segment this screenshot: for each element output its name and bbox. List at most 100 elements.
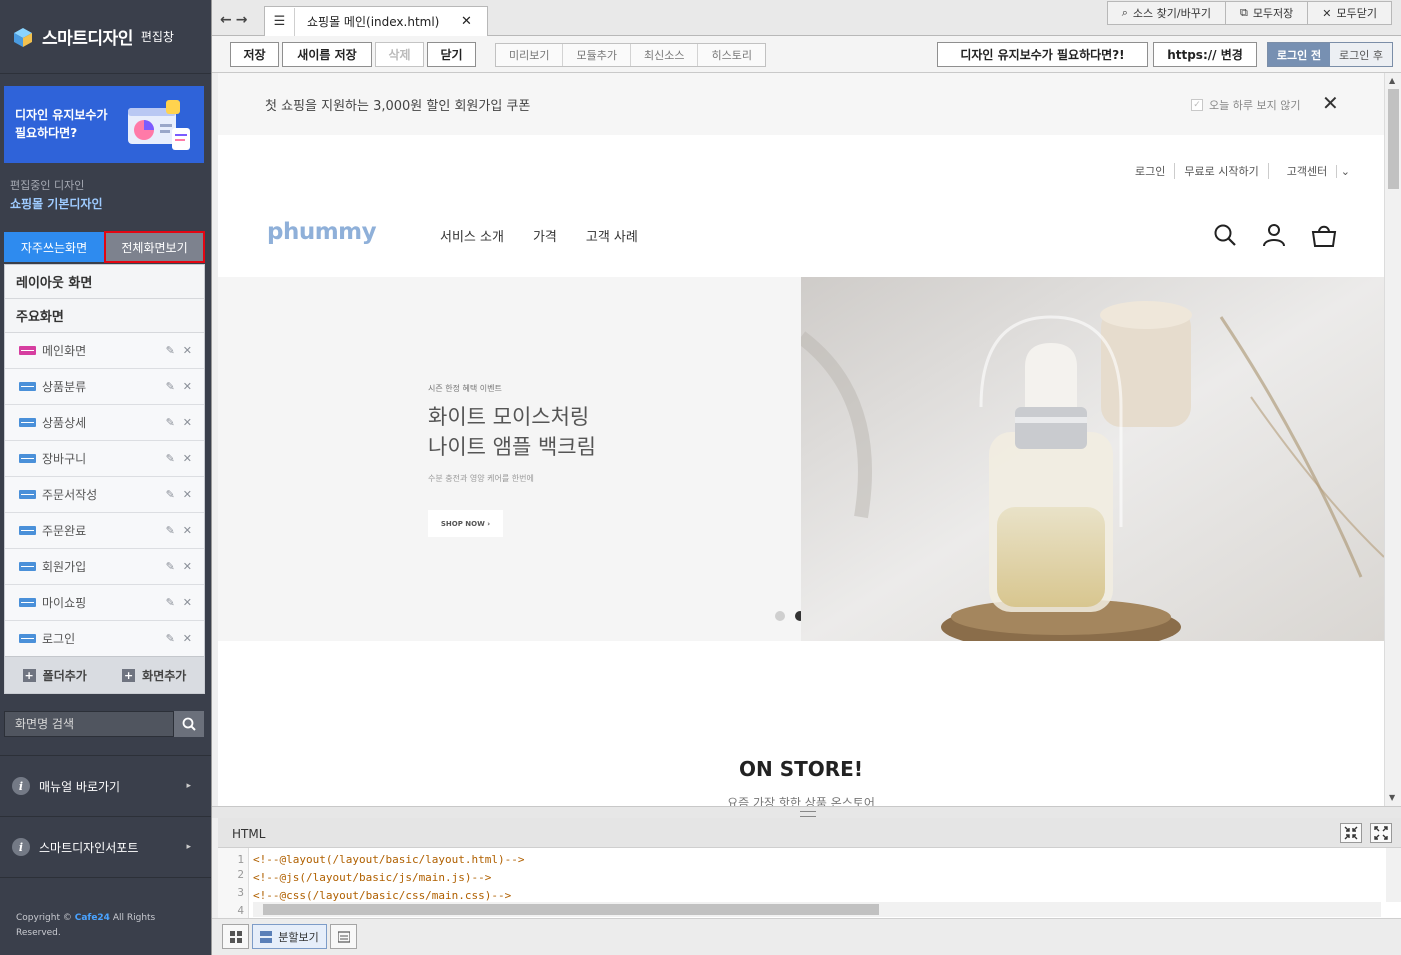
tab-frequent-screens[interactable]: 자주쓰는화면 (4, 232, 104, 262)
chevron-right-icon: ▸ (186, 842, 191, 852)
list-item-label: 주문완료 (42, 524, 87, 538)
editing-design-name[interactable]: 쇼핑몰 기본디자인 (10, 195, 103, 212)
html-file-icon (19, 634, 36, 643)
coupon-text[interactable]: 첫 쇼핑을 지원하는 3,000원 할인 회원가입 쿠폰 (265, 95, 530, 114)
app-logo[interactable]: 스마트디자인 편집창 (0, 0, 211, 74)
scroll-up-icon[interactable]: ▲ (1389, 76, 1395, 85)
shopping-bag-icon[interactable] (1311, 223, 1337, 247)
save-as-button[interactable]: 새이름 저장 (282, 42, 372, 67)
arrow-left-icon[interactable]: ← (220, 12, 236, 28)
preview-scrollbar[interactable]: ▲ ▼ (1384, 73, 1401, 806)
close-icon[interactable]: ✕ (1322, 91, 1339, 115)
close-icon[interactable]: ✕ (183, 560, 192, 573)
html-file-icon (19, 598, 36, 607)
list-item[interactable]: 메인화면 ✎ ✕ (5, 333, 204, 369)
list-item[interactable]: 마이쇼핑 ✎ ✕ (5, 585, 204, 621)
close-icon[interactable]: ✕ (183, 488, 192, 501)
tab-nav-arrows[interactable]: ←→ (220, 12, 251, 28)
checkbox-icon: ✓ (1191, 99, 1203, 111)
expand-icon[interactable] (1370, 823, 1392, 843)
latest-source-button[interactable]: 최신소스 (631, 44, 699, 66)
pencil-icon[interactable]: ✎ (166, 452, 175, 465)
search-button[interactable] (174, 711, 204, 737)
code-line[interactable]: <!--@js(/layout/basic/js/main.js)--> (253, 869, 525, 887)
close-icon[interactable]: ✕ (183, 344, 192, 357)
pencil-icon[interactable]: ✎ (166, 560, 175, 573)
scroll-thumb[interactable] (263, 904, 879, 915)
pencil-icon[interactable]: ✎ (166, 344, 175, 357)
close-icon[interactable]: ✕ (183, 452, 192, 465)
close-button[interactable]: 닫기 (427, 42, 476, 67)
close-icon[interactable]: ✕ (183, 596, 192, 609)
nav-service[interactable]: 서비스 소개 (440, 226, 504, 245)
pencil-icon[interactable]: ✎ (166, 596, 175, 609)
free-start-link[interactable]: 무료로 시작하기 (1175, 163, 1269, 179)
code-horizontal-scrollbar[interactable] (253, 902, 1381, 917)
tab-all-screens[interactable]: 전체화면보기 (104, 231, 205, 263)
close-icon[interactable]: ✕ (183, 632, 192, 645)
pane-splitter[interactable] (212, 806, 1401, 818)
close-icon[interactable]: ✕ (183, 416, 192, 429)
nav-price[interactable]: 가격 (533, 226, 557, 245)
list-item[interactable]: 장바구니 ✎ ✕ (5, 441, 204, 477)
delete-button[interactable]: 삭제 (375, 42, 424, 67)
list-item[interactable]: 회원가입 ✎ ✕ (5, 549, 204, 585)
find-replace-button[interactable]: ⌕ 소스 찾기/바꾸기 (1106, 1, 1226, 25)
pencil-icon[interactable]: ✎ (166, 524, 175, 537)
add-module-button[interactable]: 모듈추가 (563, 44, 631, 66)
group-layout-screens[interactable]: 레이아웃 화면 (5, 265, 204, 299)
info-icon: i (12, 777, 30, 795)
code-vertical-scrollbar[interactable] (1386, 848, 1401, 902)
support-link[interactable]: i 스마트디자인서포트 ▸ (0, 816, 211, 877)
file-tab[interactable]: ☰ 쇼핑몰 메인(index.html) ✕ (264, 6, 488, 36)
user-icon[interactable] (1262, 223, 1286, 247)
manual-link[interactable]: i 매뉴얼 바로가기 ▸ (0, 755, 211, 816)
slider-dot[interactable] (775, 611, 785, 621)
pencil-icon[interactable]: ✎ (166, 488, 175, 501)
search-icon[interactable] (1213, 223, 1237, 247)
code-line[interactable]: <!--@layout(/layout/basic/layout.html)--… (253, 851, 525, 869)
scroll-thumb[interactable] (1388, 89, 1399, 189)
list-item[interactable]: 주문완료 ✎ ✕ (5, 513, 204, 549)
pencil-icon[interactable]: ✎ (166, 416, 175, 429)
maintenance-button[interactable]: 디자인 유지보수가 필요하다면?! (937, 42, 1148, 67)
file-tab-title: 쇼핑몰 메인(index.html) (307, 15, 440, 29)
add-folder-button[interactable]: + 폴더추가 (5, 657, 105, 693)
close-icon[interactable]: ✕ (183, 524, 192, 537)
group-main-screens[interactable]: 주요화면 (5, 299, 204, 333)
close-icon[interactable]: ✕ (183, 380, 192, 393)
pencil-icon[interactable]: ✎ (166, 632, 175, 645)
close-icon[interactable]: ✕ (461, 14, 487, 29)
login-link[interactable]: 로그인 (1126, 163, 1176, 179)
collapse-icon[interactable] (1340, 823, 1362, 843)
shop-now-button[interactable]: SHOP NOW › (428, 510, 503, 537)
arrow-right-icon[interactable]: → (236, 12, 252, 28)
save-all-button[interactable]: ⧉ 모두저장 (1224, 1, 1309, 25)
list-item[interactable]: 주문서작성 ✎ ✕ (5, 477, 204, 513)
site-logo[interactable]: phummy (267, 219, 377, 245)
history-button[interactable]: 히스토리 (698, 44, 764, 66)
screen-search-input[interactable] (4, 711, 174, 737)
code-view-button[interactable] (330, 924, 357, 949)
after-login-toggle[interactable]: 로그인 후 (1330, 43, 1392, 66)
https-change-button[interactable]: https:// 변경 (1153, 42, 1257, 67)
grid-view-button[interactable] (222, 924, 249, 949)
list-item[interactable]: 로그인 ✎ ✕ (5, 621, 204, 657)
hide-today-checkbox[interactable]: ✓ 오늘 하루 보지 않기 (1191, 97, 1300, 113)
list-item-label: 마이쇼핑 (42, 596, 87, 610)
nav-cases[interactable]: 고객 사례 (586, 226, 638, 245)
customer-center-link[interactable]: 고객센터 ⌄ (1269, 163, 1359, 179)
preview-button[interactable]: 미리보기 (496, 44, 564, 66)
list-item[interactable]: 상품분류 ✎ ✕ (5, 369, 204, 405)
scroll-down-icon[interactable]: ▼ (1389, 793, 1395, 802)
split-view-button[interactable]: 분할보기 (252, 924, 327, 949)
before-login-toggle[interactable]: 로그인 전 (1268, 43, 1330, 66)
maintenance-banner[interactable]: 디자인 유지보수가 필요하다면? (4, 86, 204, 163)
menu-icon[interactable]: ☰ (265, 7, 295, 36)
list-item[interactable]: 상품상세 ✎ ✕ (5, 405, 204, 441)
save-button[interactable]: 저장 (230, 42, 279, 67)
pencil-icon[interactable]: ✎ (166, 380, 175, 393)
close-all-button[interactable]: ✕ 모두닫기 (1307, 1, 1392, 25)
code-editor[interactable]: 1 2 3 4 <!--@layout(/layout/basic/layout… (218, 848, 1401, 918)
add-screen-button[interactable]: + 화면추가 (105, 657, 205, 693)
